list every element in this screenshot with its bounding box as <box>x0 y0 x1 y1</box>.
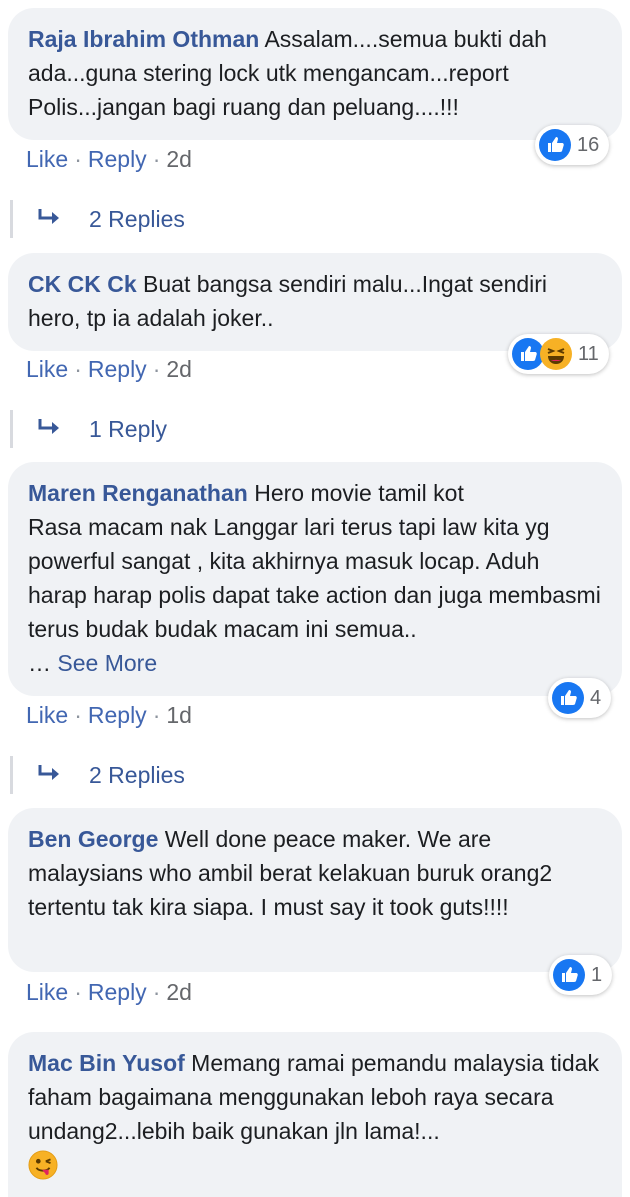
comment-author[interactable]: Ben George <box>28 826 158 852</box>
reaction-count: 4 <box>590 686 602 709</box>
haha-reaction-icon <box>540 338 572 370</box>
comment-actions: Like · Reply · 2d <box>26 979 192 1006</box>
reaction-count: 1 <box>591 963 603 986</box>
like-reaction-icon <box>553 959 585 991</box>
separator-dot: · <box>74 146 82 172</box>
like-link[interactable]: Like <box>26 146 68 172</box>
comment-actions: Like · Reply · 2d <box>26 356 192 383</box>
reaction-count: 11 <box>578 342 599 365</box>
separator-dot: · <box>152 356 161 382</box>
reply-link[interactable]: Reply <box>88 356 147 382</box>
comment-bubble: Mac Bin Yusof Memang ramai pemandu malay… <box>8 1032 622 1197</box>
comment-text: Rasa macam nak Langgar lari terus tapi l… <box>28 514 601 642</box>
separator-dot: · <box>74 702 82 728</box>
comment-author[interactable]: CK CK Ck <box>28 271 137 297</box>
comment-author[interactable]: Maren Renganathan <box>28 480 248 506</box>
like-link[interactable]: Like <box>26 702 68 728</box>
comment-actions: Like · Reply · 1d <box>26 702 192 729</box>
reaction-summary[interactable]: 16 <box>535 125 610 165</box>
separator-dot: · <box>74 356 82 382</box>
like-reaction-icon <box>539 129 571 161</box>
view-replies-link[interactable]: 2 Replies <box>10 756 310 794</box>
winking-tongue-emoji-icon <box>28 1150 58 1180</box>
reply-arrow-icon <box>38 419 59 434</box>
reply-link[interactable]: Reply <box>88 702 147 728</box>
separator-dot: · <box>152 146 161 172</box>
comment-bubble: Ben George Well done peace maker. We are… <box>8 808 622 972</box>
reply-arrow-icon <box>38 765 59 780</box>
ellipsis: … <box>28 650 51 676</box>
comment-author[interactable]: Raja Ibrahim Othman <box>28 26 259 52</box>
replies-count: 2 Replies <box>89 205 185 232</box>
replies-count: 2 Replies <box>89 761 185 788</box>
comment-timestamp[interactable]: 2d <box>166 356 192 382</box>
separator-dot: · <box>152 702 161 728</box>
reaction-count: 16 <box>577 133 600 156</box>
comment-actions: Like · Reply · 2d <box>26 146 192 173</box>
reaction-summary[interactable]: 11 <box>508 334 609 374</box>
reply-link[interactable]: Reply <box>88 979 147 1005</box>
separator-dot: · <box>152 979 161 1005</box>
view-replies-link[interactable]: 1 Reply <box>10 410 310 448</box>
comment-bubble: Maren Renganathan Hero movie tamil kot R… <box>8 462 622 696</box>
see-more-link[interactable]: See More <box>57 650 157 676</box>
like-link[interactable]: Like <box>26 356 68 382</box>
comment-timestamp[interactable]: 1d <box>166 702 192 728</box>
separator-dot: · <box>74 979 82 1005</box>
view-replies-link[interactable]: 2 Replies <box>10 200 310 238</box>
comment-bubble: Raja Ibrahim Othman Assalam....semua buk… <box>8 8 622 140</box>
reaction-summary[interactable]: 1 <box>549 955 613 995</box>
comment-author[interactable]: Mac Bin Yusof <box>28 1050 185 1076</box>
comment-text-line: Hero movie tamil kot <box>254 480 464 506</box>
like-reaction-icon <box>552 682 584 714</box>
like-link[interactable]: Like <box>26 979 68 1005</box>
replies-count: 1 Reply <box>89 415 167 442</box>
reply-arrow-icon <box>38 209 59 224</box>
comment-timestamp[interactable]: 2d <box>166 146 192 172</box>
comment-timestamp[interactable]: 2d <box>166 979 192 1005</box>
reply-link[interactable]: Reply <box>88 146 147 172</box>
reaction-summary[interactable]: 4 <box>548 678 612 718</box>
